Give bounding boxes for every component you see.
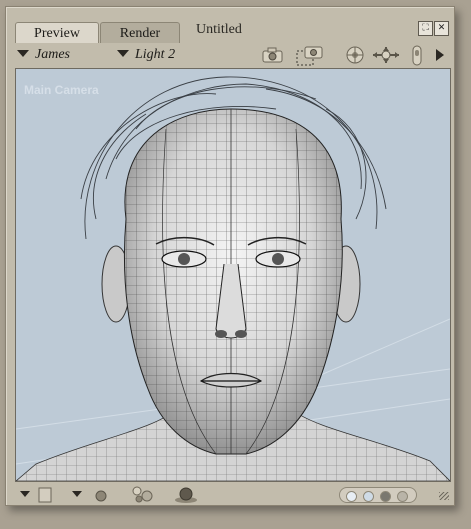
preview-dot-1[interactable]	[346, 491, 357, 502]
close-icon[interactable]: ✕	[434, 21, 449, 36]
3d-viewport[interactable]: Main Camera	[15, 68, 451, 482]
preview-dot-2[interactable]	[363, 491, 374, 502]
move-arrows-icon[interactable]	[371, 45, 401, 65]
lights-icon[interactable]	[129, 484, 157, 504]
shading-sphere-icon[interactable]	[71, 487, 111, 503]
preview-dot-3[interactable]	[380, 491, 391, 502]
chevron-down-icon	[17, 50, 29, 57]
light-select-value: Light 2	[135, 47, 176, 62]
toolbar: James Light 2	[15, 43, 445, 67]
tab-preview[interactable]: Preview	[15, 22, 99, 43]
camera-label: Main Camera	[24, 83, 99, 97]
document-title: Untitled	[196, 22, 242, 37]
render-camera-icon[interactable]	[295, 45, 325, 67]
ground-sphere-icon[interactable]	[173, 484, 199, 504]
grip-icon[interactable]	[439, 492, 449, 500]
chevron-down-icon	[117, 50, 129, 57]
figure-dropdown[interactable]: James	[17, 47, 70, 63]
preview-mode-selector	[339, 487, 417, 503]
preview-window: Preview Render Untitled ⛶ ✕ James Light …	[5, 6, 455, 506]
bottom-toolbar	[15, 483, 449, 503]
wireframe-head-icon	[16, 76, 450, 481]
tab-render[interactable]: Render	[100, 22, 180, 43]
arrow-right-icon[interactable]	[435, 48, 445, 62]
camera-icon[interactable]	[261, 45, 285, 65]
display-style-icon[interactable]	[19, 487, 59, 503]
preview-dot-4[interactable]	[397, 491, 408, 502]
sphere-control-icon[interactable]	[345, 45, 365, 65]
maximize-icon[interactable]: ⛶	[418, 21, 433, 36]
figure-select-value: James	[35, 47, 70, 62]
light-dropdown[interactable]: Light 2	[117, 47, 175, 63]
trackball-icon[interactable]	[411, 45, 423, 67]
